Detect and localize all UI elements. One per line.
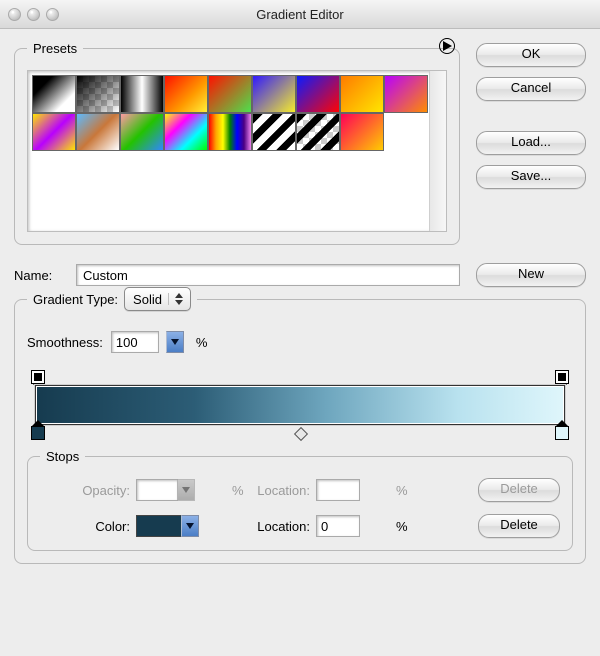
color-label: Color: bbox=[40, 519, 136, 534]
cancel-button[interactable]: Cancel bbox=[476, 77, 586, 101]
presets-flyout-button[interactable] bbox=[439, 38, 455, 54]
preset-swatch[interactable] bbox=[32, 113, 76, 151]
preset-swatch[interactable] bbox=[252, 113, 296, 151]
opacity-suffix: % bbox=[228, 483, 246, 498]
minimize-window-button[interactable] bbox=[27, 8, 40, 21]
gradient-type-group: Gradient Type: Solid Smoothness: % bbox=[14, 287, 586, 564]
preset-swatch[interactable] bbox=[120, 113, 164, 151]
color-stop-left[interactable] bbox=[31, 426, 45, 440]
load-button[interactable]: Load... bbox=[476, 131, 586, 155]
color-dropdown-button[interactable] bbox=[181, 515, 199, 537]
zoom-window-button[interactable] bbox=[46, 8, 59, 21]
flyout-icon bbox=[443, 41, 452, 51]
presets-legend: Presets bbox=[27, 41, 83, 56]
preset-swatch[interactable] bbox=[208, 113, 252, 151]
preset-swatch[interactable] bbox=[76, 113, 120, 151]
gradient-type-label: Gradient Type: bbox=[33, 292, 118, 307]
preset-swatch[interactable] bbox=[296, 113, 340, 151]
opacity-location-input bbox=[316, 479, 360, 501]
color-well[interactable] bbox=[136, 515, 182, 537]
preset-swatch[interactable] bbox=[76, 75, 120, 113]
stops-group: Stops Opacity: % Location: % Delete bbox=[27, 449, 573, 551]
preset-swatch[interactable] bbox=[384, 75, 428, 113]
opacity-stop-right[interactable] bbox=[555, 370, 569, 384]
color-stop-right[interactable] bbox=[555, 426, 569, 440]
save-button[interactable]: Save... bbox=[476, 165, 586, 189]
window-title: Gradient Editor bbox=[0, 7, 600, 22]
title-bar: Gradient Editor bbox=[0, 0, 600, 29]
smoothness-suffix: % bbox=[192, 335, 208, 350]
delete-opacity-stop-button: Delete bbox=[478, 478, 560, 502]
opacity-location-label: Location: bbox=[246, 483, 316, 498]
presets-group: Presets bbox=[14, 41, 460, 245]
chevron-down-icon bbox=[186, 523, 194, 529]
preset-swatch[interactable] bbox=[296, 75, 340, 113]
gradient-preview-bar[interactable] bbox=[35, 385, 565, 425]
presets-scrollbar[interactable] bbox=[429, 71, 446, 231]
select-arrows-icon bbox=[168, 293, 186, 305]
gradient-type-value: Solid bbox=[133, 292, 162, 307]
preset-swatch[interactable] bbox=[164, 113, 208, 151]
smoothness-input[interactable] bbox=[111, 331, 159, 353]
opacity-label: Opacity: bbox=[40, 483, 136, 498]
new-button[interactable]: New bbox=[476, 263, 586, 287]
preset-swatch[interactable] bbox=[340, 75, 384, 113]
presets-list bbox=[27, 70, 447, 232]
opacity-input bbox=[136, 479, 178, 501]
smoothness-label: Smoothness: bbox=[27, 335, 103, 350]
preset-swatch[interactable] bbox=[120, 75, 164, 113]
window-controls bbox=[8, 8, 59, 21]
color-location-suffix: % bbox=[392, 519, 410, 534]
opacity-location-suffix: % bbox=[392, 483, 410, 498]
preset-swatch[interactable] bbox=[32, 75, 76, 113]
name-label: Name: bbox=[14, 268, 62, 283]
smoothness-dropdown-button[interactable] bbox=[166, 331, 184, 353]
delete-color-stop-button[interactable]: Delete bbox=[478, 514, 560, 538]
gradient-type-select[interactable]: Solid bbox=[124, 287, 191, 311]
stops-legend: Stops bbox=[40, 449, 85, 464]
preset-swatch[interactable] bbox=[252, 75, 296, 113]
opacity-dropdown-button bbox=[177, 479, 195, 501]
color-location-input[interactable] bbox=[316, 515, 360, 537]
preset-swatch[interactable] bbox=[340, 113, 384, 151]
close-window-button[interactable] bbox=[8, 8, 21, 21]
preset-swatch[interactable] bbox=[208, 75, 252, 113]
gradient-editor-track bbox=[27, 369, 573, 449]
ok-button[interactable]: OK bbox=[476, 43, 586, 67]
chevron-down-icon bbox=[171, 339, 179, 345]
midpoint-handle[interactable] bbox=[294, 427, 308, 441]
name-input[interactable] bbox=[76, 264, 460, 286]
opacity-stop-left[interactable] bbox=[31, 370, 45, 384]
preset-swatch[interactable] bbox=[164, 75, 208, 113]
color-location-label: Location: bbox=[246, 519, 316, 534]
